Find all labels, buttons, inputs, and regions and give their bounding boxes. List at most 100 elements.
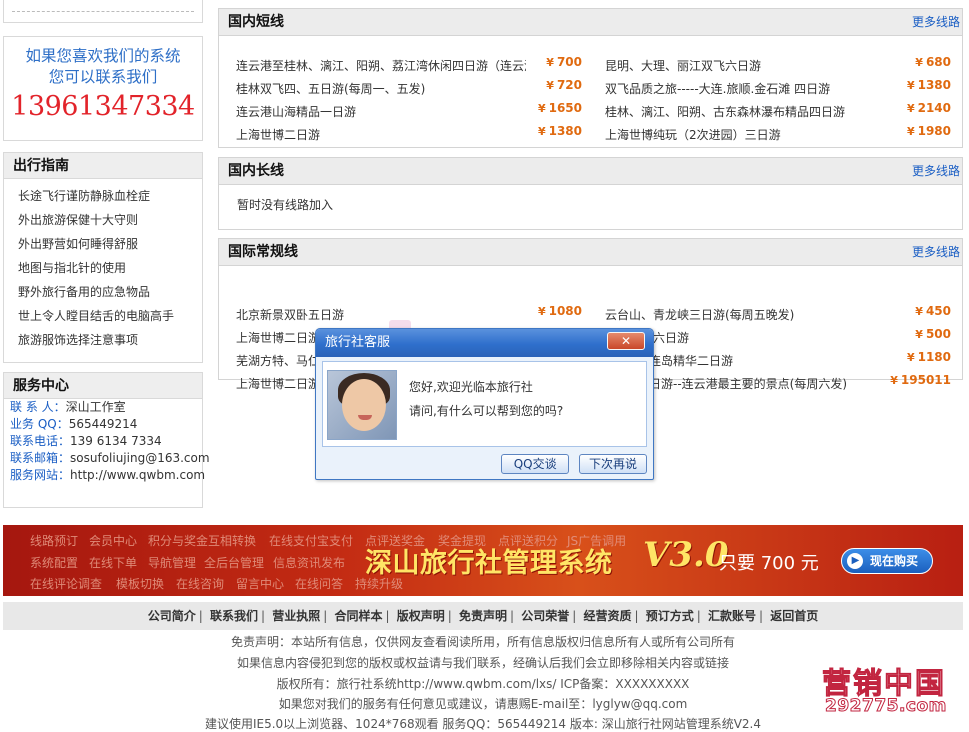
route-item[interactable]: 大小三峡六日游¥500	[605, 327, 951, 350]
buy-now-button[interactable]: ▶ 现在购买	[841, 548, 933, 574]
service-row-contact: 联 系 人：深山工作室	[4, 399, 202, 416]
route-name[interactable]: 上海世博二日游	[236, 327, 320, 350]
route-item[interactable]: 北京新景双卧五日游 ¥1080	[236, 304, 582, 327]
guide-link[interactable]: 世上令人瞠目结舌的电脑高手	[18, 304, 202, 328]
route-name[interactable]: 芜湖方特、马仁	[236, 350, 320, 373]
footer-disclaimer: 如果信息内容侵犯到您的版权或权益请与我们联系，经确认后我们会立即移除相关内容或链…	[236, 656, 729, 670]
route-name[interactable]: 上海世博二日游	[236, 124, 320, 147]
left-top-box	[3, 0, 203, 23]
banner-feature: 信息资讯发布	[273, 556, 346, 570]
service-row-website: 服务网站：http://www.qwbm.com	[4, 467, 205, 484]
route-name[interactable]: 上海世博二日游	[236, 373, 320, 396]
service-row-email: 联系邮箱：sosufoliujing@163.com	[4, 450, 210, 467]
guide-link[interactable]: 外出野营如何睡得舒服	[18, 232, 202, 256]
close-icon[interactable]: ✕	[607, 332, 645, 350]
footer-link[interactable]: 汇款账号	[708, 609, 756, 623]
banner-feature: 在线下单	[89, 556, 138, 570]
guide-link[interactable]: 地图与指北针的使用	[18, 256, 202, 280]
travel-guide-list: 长途飞行谨防静脉血栓症 外出旅游保健十大守则 外出野营如何睡得舒服 地图与指北针…	[4, 179, 202, 352]
footer-link[interactable]: 预订方式	[646, 609, 694, 623]
footer-link[interactable]: 免责声明	[459, 609, 507, 623]
route-name[interactable]: 日游--连云港最主要的景点(每周六发)	[649, 373, 847, 396]
service-row-phone: 联系电话：139 6134 7334	[4, 433, 202, 450]
guide-link[interactable]: 旅游服饰选择注意事项	[18, 328, 202, 352]
no-routes-message: 暂时没有线路加入	[237, 198, 334, 212]
more-routes-link[interactable]: 更多线路	[912, 158, 960, 185]
banner-feature: 在线评论调查	[30, 577, 103, 591]
guide-link[interactable]: 长途飞行谨防静脉血栓症	[18, 184, 202, 208]
service-value[interactable]: sosufoliujing@163.com	[70, 451, 210, 465]
section-title: 国内短线	[228, 14, 284, 30]
footer-link[interactable]: 经营资质	[583, 609, 631, 623]
promo-banner[interactable]: 线路预订 会员中心 积分与奖金互相转换 在线支付宝支付 点评送奖金 奖金提现 点…	[3, 525, 963, 596]
footer-link[interactable]: 公司荣誉	[521, 609, 569, 623]
route-item[interactable]: 昆明、大理、丽江双飞六日游 ¥680	[605, 55, 951, 78]
section-title: 国际常规线	[228, 244, 298, 260]
route-name[interactable]: 北京新景双卧五日游	[236, 304, 344, 327]
route-price: ¥1380	[537, 124, 582, 138]
route-item[interactable]: 上海世博二日游 ¥1380	[236, 124, 582, 147]
guide-link[interactable]: 野外旅行备用的应急物品	[18, 280, 202, 304]
section-title: 国内长线	[228, 163, 284, 179]
buy-now-label: 现在购买	[870, 554, 919, 568]
service-row-qq: 业务 QQ：565449214	[4, 416, 202, 433]
banner-feature: 全后台管理	[204, 556, 265, 570]
section-header: 国内短线 更多线路	[219, 9, 962, 36]
route-name[interactable]: 桂林双飞四、五日游(每周一、五发)	[236, 78, 425, 101]
dialog-body: 您好,欢迎光临本旅行社 请问,有什么可以帮到您的吗?	[322, 361, 647, 447]
banner-title: 深山旅行社管理系统	[365, 548, 613, 579]
route-item[interactable]: 云台山、青龙峡三日游(每周五晚发) ¥450	[605, 304, 951, 327]
travel-guide-title: 出行指南	[4, 153, 202, 179]
route-name[interactable]: 连岛精华二日游	[649, 350, 733, 373]
route-name[interactable]: 连云港至桂林、漓江、阳朔、荔江湾休闲四日游（连云港	[236, 55, 526, 78]
route-price: ¥450	[915, 304, 951, 318]
footer-link[interactable]: 营业执照	[272, 609, 320, 623]
route-name[interactable]: 上海世博纯玩（2次进园）三日游	[605, 124, 781, 147]
contact-phone-number: 13961347334	[11, 91, 195, 122]
contact-promo-line1: 如果您喜欢我们的系统	[25, 47, 181, 65]
dialog-message: 请问,有什么可以帮到您的吗?	[409, 404, 564, 418]
footer-link[interactable]: 公司简介	[148, 609, 196, 623]
route-item[interactable]: 桂林、漓江、阳朔、古东森林瀑布精品四日游 ¥2140	[605, 101, 951, 124]
route-name[interactable]: 连云港山海精品一日游	[236, 101, 356, 124]
route-price: ¥680	[915, 55, 951, 69]
route-price: ¥1650	[537, 101, 582, 115]
footer-link[interactable]: 版权声明	[397, 609, 445, 623]
later-button[interactable]: 下次再说	[579, 454, 647, 474]
route-item[interactable]: 连云港山海精品一日游 ¥1650	[236, 101, 582, 124]
footer-link[interactable]: 联系我们	[210, 609, 258, 623]
travel-guide-box: 出行指南 长途飞行谨防静脉血栓症 外出旅游保健十大守则 外出野营如何睡得舒服 地…	[3, 152, 203, 363]
route-name[interactable]: 双飞品质之旅-----大连.旅顺.金石滩 四日游	[605, 78, 830, 101]
banner-feature: 在线咨询	[176, 577, 225, 591]
guide-link[interactable]: 外出旅游保健十大守则	[18, 208, 202, 232]
route-price: ¥720	[546, 78, 582, 92]
arrow-right-icon: ▶	[847, 553, 863, 569]
route-name[interactable]: 昆明、大理、丽江双飞六日游	[605, 55, 761, 78]
route-name[interactable]: 桂林、漓江、阳朔、古东森林瀑布精品四日游	[605, 101, 845, 124]
dialog-buttons: QQ交谈 下次再说	[495, 454, 647, 474]
footer-link[interactable]: 返回首页	[770, 609, 818, 623]
footer-nav: 公司简介 | 联系我们 | 营业执照 | 合同样本 | 版权声明 | 免责声明 | 公司荣誉…	[3, 602, 963, 630]
banner-feature: 积分与奖金互相转换	[148, 534, 257, 548]
more-routes-link[interactable]: 更多线路	[912, 239, 960, 266]
logo-url: 292775.com	[825, 696, 947, 717]
route-item[interactable]: 双飞品质之旅-----大连.旅顺.金石滩 四日游 ¥1380	[605, 78, 951, 101]
dialog-title: 旅行社客服	[325, 335, 391, 350]
route-item[interactable]: 连云港至桂林、漓江、阳朔、荔江湾休闲四日游（连云港 ¥700	[236, 55, 582, 78]
route-item[interactable]: 上海世博纯玩（2次进园）三日游 ¥1980	[605, 124, 951, 147]
service-value[interactable]: http://www.qwbm.com	[70, 468, 205, 482]
customer-service-dialog: 旅行社客服 ✕ 您好,欢迎光临本旅行社 请问,有什么可以帮到您的吗? QQ交谈 …	[315, 328, 654, 480]
dialog-titlebar[interactable]: 旅行社客服 ✕	[316, 329, 653, 357]
more-routes-link[interactable]: 更多线路	[912, 9, 960, 36]
banner-feature: 在线支付宝支付	[269, 534, 354, 548]
route-name[interactable]: 云台山、青龙峡三日游(每周五晚发)	[605, 304, 794, 327]
footer-link[interactable]: 合同样本	[334, 609, 382, 623]
agent-avatar	[327, 370, 397, 440]
banner-feature: 导航管理	[148, 556, 197, 570]
banner-version: V3.0	[643, 535, 729, 575]
route-item[interactable]: 日游--连云港最主要的景点(每周六发) ¥195011	[605, 373, 951, 396]
contact-promo-line2: 您可以联系我们	[48, 68, 158, 86]
route-item[interactable]: 桂林双飞四、五日游(每周一、五发) ¥720	[236, 78, 582, 101]
qq-chat-button[interactable]: QQ交谈	[501, 454, 570, 474]
banner-feature: 系统配置	[30, 556, 79, 570]
